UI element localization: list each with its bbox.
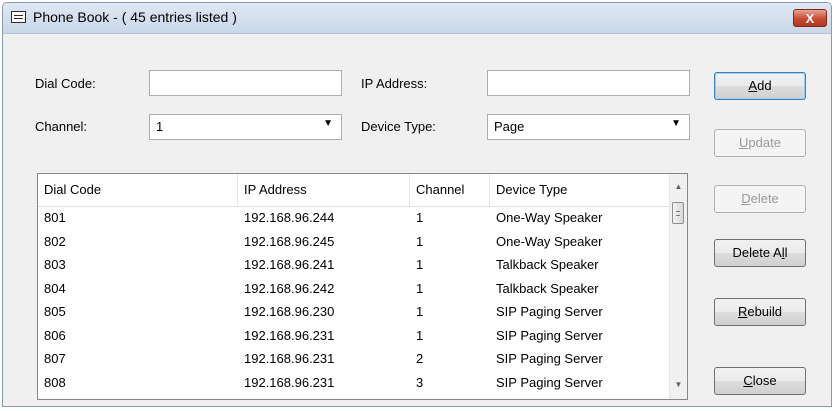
vertical-scrollbar[interactable]: ▲ ▼: [669, 174, 687, 399]
table-row[interactable]: 808 192.168.96.231 3 SIP Paging Server: [38, 373, 670, 392]
dial-code-cell: 803: [44, 257, 66, 272]
ip-address-cell: 192.168.96.231: [244, 374, 335, 390]
phone-book-dialog: Phone Book - ( 45 entries listed ) X Dia…: [2, 2, 832, 407]
phone-book-list[interactable]: Dial Code IP Address Channel Device Type…: [37, 173, 688, 400]
channel-select[interactable]: 1 ▼: [149, 114, 342, 140]
device-type-cell: SIP Paging Server: [496, 304, 603, 319]
channel-label: Channel:: [35, 119, 88, 134]
dial-code-cell: 804: [44, 280, 66, 296]
close-button[interactable]: Close: [714, 367, 806, 395]
dial-code-cell: 808: [44, 374, 66, 390]
dial-code-cell: 805: [44, 304, 66, 319]
device-type-label: Device Type:: [361, 119, 436, 134]
ip-address-cell: 192.168.96.242: [244, 280, 335, 296]
table-row[interactable]: 805 192.168.96.230 1 SIP Paging Server: [38, 302, 670, 321]
ip-address-cell: 192.168.96.231: [244, 327, 335, 343]
ip-address-label: IP Address:: [361, 76, 428, 91]
table-row[interactable]: 801 192.168.96.244 1 One-Way Speaker: [38, 208, 670, 227]
table-row[interactable]: 803 192.168.96.241 1 Talkback Speaker: [38, 255, 670, 274]
dial-code-label: Dial Code:: [35, 76, 96, 91]
update-button[interactable]: Update: [714, 129, 806, 157]
rebuild-button[interactable]: Rebuild: [714, 298, 806, 326]
ip-address-cell: 192.168.96.230: [244, 304, 335, 319]
window-title: Phone Book - ( 45 entries listed ): [33, 9, 237, 25]
channel-cell: 1: [416, 304, 424, 319]
column-header-ip-address[interactable]: IP Address: [238, 174, 410, 206]
channel-cell: 1: [416, 327, 424, 343]
ip-address-cell: 192.168.96.231: [244, 351, 335, 366]
ip-address-input[interactable]: [487, 70, 690, 96]
ip-address-cell: 192.168.96.245: [244, 233, 335, 249]
chevron-down-icon[interactable]: ▼: [671, 118, 681, 129]
table-row[interactable]: 804 192.168.96.242 1 Talkback Speaker: [38, 279, 670, 298]
channel-cell: 1: [416, 233, 424, 249]
ip-address-cell: 192.168.96.241: [244, 257, 335, 272]
scrollbar-thumb[interactable]: [672, 202, 684, 224]
delete-button[interactable]: Delete: [714, 185, 806, 213]
device-type-select[interactable]: Page ▼: [487, 114, 690, 140]
ip-address-cell: 192.168.96.244: [244, 210, 335, 225]
channel-cell: 2: [416, 351, 424, 366]
table-row[interactable]: 807 192.168.96.231 2 SIP Paging Server: [38, 349, 670, 368]
scroll-up-icon[interactable]: ▲: [670, 178, 687, 195]
device-type-cell: One-Way Speaker: [496, 210, 603, 225]
channel-cell: 1: [416, 280, 424, 296]
device-type-cell: Talkback Speaker: [496, 257, 599, 272]
column-header-dial-code[interactable]: Dial Code: [38, 174, 238, 206]
dial-code-cell: 807: [44, 351, 66, 366]
chevron-down-icon[interactable]: ▼: [323, 118, 333, 129]
add-button[interactable]: Add: [714, 72, 806, 100]
list-header: Dial Code IP Address Channel Device Type: [38, 174, 670, 207]
channel-cell: 3: [416, 374, 424, 390]
delete-all-button[interactable]: Delete All: [714, 239, 806, 267]
window-list-icon: [11, 11, 26, 23]
device-type-cell: SIP Paging Server: [496, 327, 603, 343]
table-row[interactable]: 802 192.168.96.245 1 One-Way Speaker: [38, 232, 670, 251]
dial-code-cell: 806: [44, 327, 66, 343]
channel-selected-value: 1: [156, 119, 164, 134]
column-header-channel[interactable]: Channel: [410, 174, 490, 206]
channel-cell: 1: [416, 210, 424, 225]
close-window-button[interactable]: X: [793, 9, 827, 27]
device-type-cell: SIP Paging Server: [496, 374, 603, 390]
dial-code-input[interactable]: [149, 70, 342, 96]
device-type-cell: Talkback Speaker: [496, 280, 599, 296]
dial-code-cell: 801: [44, 210, 66, 225]
title-bar[interactable]: Phone Book - ( 45 entries listed ) X: [3, 3, 831, 34]
channel-cell: 1: [416, 257, 424, 272]
device-type-selected-value: Page: [494, 119, 525, 134]
device-type-cell: SIP Paging Server: [496, 351, 603, 366]
scroll-down-icon[interactable]: ▼: [670, 376, 687, 393]
dial-code-cell: 802: [44, 233, 66, 249]
table-row[interactable]: 806 192.168.96.231 1 SIP Paging Server: [38, 326, 670, 345]
column-header-device-type[interactable]: Device Type: [490, 174, 670, 206]
device-type-cell: One-Way Speaker: [496, 233, 603, 249]
